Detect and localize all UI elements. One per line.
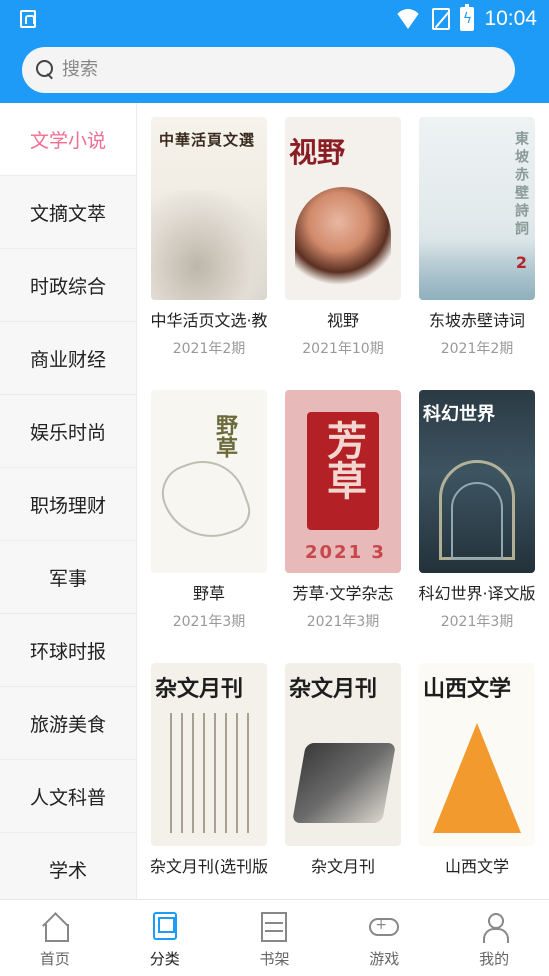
sidebar-item-travel-food[interactable]: 旅游美食 xyxy=(0,687,136,760)
book-issue xyxy=(276,885,410,899)
tab-label: 我的 xyxy=(479,950,510,968)
tab-label: 分类 xyxy=(149,950,180,968)
cover-art xyxy=(291,743,397,823)
sidebar-item-entertainment[interactable]: 娱乐时尚 xyxy=(0,395,136,468)
cover-title: 芳草 xyxy=(320,420,367,500)
tab-label: 游戏 xyxy=(369,950,400,968)
cover-title: 视野 xyxy=(289,136,346,169)
search-placeholder: 搜索 xyxy=(62,59,98,80)
book-issue: 2021年10期 xyxy=(302,341,384,357)
cover-issue-number: 2 xyxy=(515,253,527,272)
book-issue xyxy=(410,885,544,899)
sidebar-item-politics[interactable]: 时政综合 xyxy=(0,249,136,322)
book-card[interactable]: 视野 视野 2021年10期 xyxy=(276,117,410,359)
book-issue: 2021年3期 xyxy=(172,614,246,630)
cover-art xyxy=(153,448,257,552)
book-card[interactable]: 東坡赤壁詩詞 2 东坡赤壁诗词 2021年2期 xyxy=(410,117,544,359)
category-sidebar[interactable]: 文学小说 文摘文萃 时政综合 商业财经 娱乐时尚 职场理财 军事 环球时报 旅游… xyxy=(0,103,137,899)
sidebar-item-military[interactable]: 军事 xyxy=(0,541,136,614)
sidebar-item-humanities[interactable]: 人文科普 xyxy=(0,760,136,833)
cover-title: 野草 xyxy=(212,414,238,458)
app-notification-icon xyxy=(20,10,36,28)
cover-title: 科幻世界 xyxy=(423,404,495,425)
tab-label: 书架 xyxy=(259,950,290,968)
tab-label: 首页 xyxy=(39,950,70,968)
book-cover[interactable]: 视野 xyxy=(285,117,401,300)
book-title: 视野 xyxy=(326,311,359,330)
book-title: 芳草·文学杂志 xyxy=(292,584,394,603)
category-icon xyxy=(152,912,177,940)
gamepad-icon xyxy=(369,912,400,942)
status-time: 10:04 xyxy=(484,7,537,30)
book-issue: 2021年2期 xyxy=(440,341,514,357)
tab-home[interactable]: 首页 xyxy=(0,900,110,976)
header: 10:04 搜索 xyxy=(0,0,549,103)
search-input[interactable]: 搜索 xyxy=(22,47,515,93)
home-icon xyxy=(40,912,70,942)
book-cover[interactable]: 野草 xyxy=(151,390,267,573)
bookshelf-icon xyxy=(261,912,288,942)
cover-art xyxy=(161,713,257,833)
cover-title: 東坡赤壁詩詞 xyxy=(513,131,529,239)
sidebar-item-business[interactable]: 商业财经 xyxy=(0,322,136,395)
cover-art xyxy=(433,723,521,833)
wifi-icon xyxy=(394,9,423,29)
tab-bookshelf[interactable]: 书架 xyxy=(220,900,330,976)
bottom-tab-bar: 首页 分类 书架 游戏 我的 xyxy=(0,899,549,976)
book-cover[interactable]: 東坡赤壁詩詞 2 xyxy=(419,117,535,300)
tab-profile[interactable]: 我的 xyxy=(439,900,549,976)
search-icon xyxy=(36,60,54,78)
book-cover[interactable]: 杂文月刊 xyxy=(285,663,401,846)
cover-year: 2021 3 xyxy=(305,542,386,563)
book-card[interactable]: 芳草 2021 3 芳草·文学杂志 2021年3期 xyxy=(276,390,410,632)
book-cover[interactable]: 杂文月刊 xyxy=(151,663,267,846)
cover-art xyxy=(151,190,267,300)
sidebar-item-digest[interactable]: 文摘文萃 xyxy=(0,176,136,249)
cover-title: 杂文月刊 xyxy=(289,676,378,702)
cover-title: 中華活頁文選 xyxy=(159,131,256,149)
book-title: 科幻世界·译文版 xyxy=(418,584,536,603)
book-title: 杂文月刊(选刊版 xyxy=(149,857,269,876)
profile-icon xyxy=(479,912,510,943)
book-issue: 2021年2期 xyxy=(172,341,246,357)
book-title: 杂文月刊 xyxy=(310,857,375,876)
book-issue xyxy=(142,885,276,899)
sidebar-item-academic[interactable]: 学术 xyxy=(0,833,136,899)
sidebar-item-global-times[interactable]: 环球时报 xyxy=(0,614,136,687)
battery-charging-icon xyxy=(460,4,475,31)
book-title: 山西文学 xyxy=(444,857,509,876)
cover-art-inner xyxy=(451,482,503,560)
no-sim-icon xyxy=(432,8,451,30)
book-issue: 2021年3期 xyxy=(306,614,380,630)
book-cover[interactable]: 山西文学 xyxy=(419,663,535,846)
book-issue: 2021年3期 xyxy=(440,614,514,630)
magazine-grid: 中華活頁文選 中华活页文选·教 2021年2期 视野 视野 2021年10期 東… xyxy=(137,103,549,899)
tab-category[interactable]: 分类 xyxy=(110,900,220,976)
book-title: 中华活页文选·教 xyxy=(150,311,268,330)
sidebar-item-literature[interactable]: 文学小说 xyxy=(0,103,136,176)
book-cover[interactable]: 中華活頁文選 xyxy=(151,117,267,300)
tab-games[interactable]: 游戏 xyxy=(329,900,439,976)
book-card[interactable]: 杂文月刊 杂文月刊(选刊版 xyxy=(142,663,276,899)
book-cover[interactable]: 科幻世界 xyxy=(419,390,535,573)
cover-title: 山西文学 xyxy=(423,676,512,702)
book-card[interactable]: 中華活頁文選 中华活页文选·教 2021年2期 xyxy=(142,117,276,359)
book-card[interactable]: 野草 野草 2021年3期 xyxy=(142,390,276,632)
book-card[interactable]: 科幻世界 科幻世界·译文版 2021年3期 xyxy=(410,390,544,632)
sidebar-item-career[interactable]: 职场理财 xyxy=(0,468,136,541)
book-card[interactable]: 山西文学 山西文学 xyxy=(410,663,544,899)
book-cover[interactable]: 芳草 2021 3 xyxy=(285,390,401,573)
cover-title: 杂文月刊 xyxy=(155,676,244,702)
book-title: 野草 xyxy=(192,584,225,603)
book-card[interactable]: 杂文月刊 杂文月刊 xyxy=(276,663,410,899)
status-bar: 10:04 xyxy=(0,0,549,38)
cover-art xyxy=(295,187,391,287)
book-title: 东坡赤壁诗词 xyxy=(428,311,525,330)
